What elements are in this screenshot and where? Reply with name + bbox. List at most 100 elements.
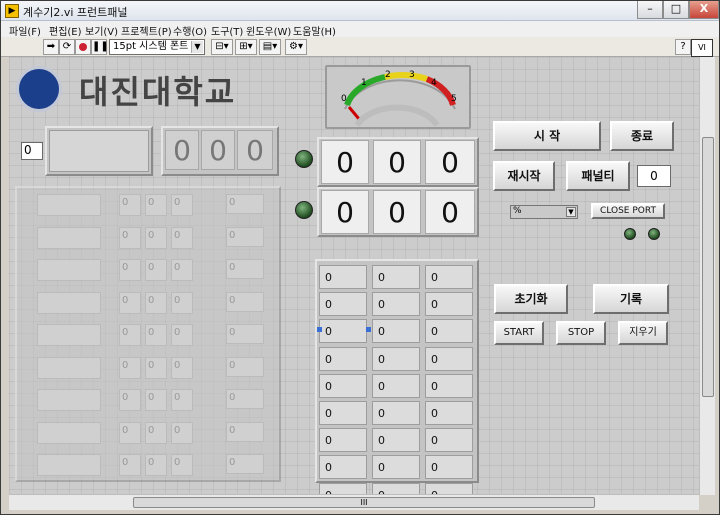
value-ring[interactable]: % ▼ bbox=[510, 205, 578, 219]
ghost-digit-cell: 0 bbox=[145, 291, 167, 314]
table-cell[interactable]: 0 bbox=[319, 455, 367, 480]
table-cell[interactable]: 0 bbox=[372, 319, 420, 344]
run-continuous-icon[interactable]: ⟳ bbox=[59, 39, 75, 55]
ghost-digit-cell: 0 bbox=[119, 421, 141, 444]
menu-project[interactable]: 프로젝트(P) bbox=[121, 23, 172, 38]
table-cell[interactable]: 0 bbox=[319, 373, 367, 398]
ghost-name-cell bbox=[37, 356, 101, 379]
table-cell[interactable]: 0 bbox=[372, 373, 420, 398]
stop-button[interactable]: STOP bbox=[556, 321, 606, 345]
menu-tools[interactable]: 도구(T) bbox=[211, 23, 243, 38]
close-button[interactable]: X bbox=[689, 1, 719, 19]
ghost-digit-cell: 0 bbox=[119, 226, 141, 249]
table-cell[interactable]: 0 bbox=[372, 265, 420, 289]
ghost-digit-cell: 0 bbox=[171, 324, 193, 346]
ghost-digit-cell: 0 bbox=[145, 389, 167, 411]
font-select-value: 15pt 시스템 폰트 bbox=[113, 41, 189, 52]
table-cell[interactable]: 0 bbox=[425, 265, 473, 289]
menu-file[interactable]: 파일(F) bbox=[9, 23, 41, 38]
init-button[interactable]: 초기화 bbox=[494, 284, 568, 314]
maximize-button[interactable]: □ bbox=[663, 1, 689, 19]
start-button[interactable]: 시 작 bbox=[493, 121, 601, 151]
penalty-button[interactable]: 패널티 bbox=[566, 161, 630, 191]
table-cell[interactable]: 0 bbox=[425, 346, 473, 371]
table-cell[interactable]: 0 bbox=[425, 319, 473, 344]
table-cell[interactable]: 0 bbox=[372, 455, 420, 480]
counter-1-digit: 0 bbox=[425, 140, 475, 184]
start-en-button[interactable]: START bbox=[494, 321, 544, 345]
penalty-count[interactable]: 0 bbox=[637, 165, 671, 187]
index-spinner[interactable]: 0 bbox=[21, 142, 43, 160]
counter-1-digit: 0 bbox=[373, 140, 421, 184]
ghost-digit-cell: 0 bbox=[171, 454, 193, 476]
ghost-value-cell: 0 bbox=[226, 291, 264, 312]
selection-handle[interactable] bbox=[366, 327, 371, 332]
align-objects-icon[interactable]: ⊟▾ bbox=[211, 39, 233, 55]
gauge-face: 0 1 2 3 4 5 bbox=[341, 70, 457, 127]
table-cell[interactable]: 0 bbox=[425, 401, 473, 425]
font-select[interactable]: 15pt 시스템 폰트 ▼ bbox=[109, 39, 205, 55]
record-button[interactable]: 기록 bbox=[593, 284, 669, 314]
table-cell[interactable]: 0 bbox=[319, 292, 367, 317]
run-arrow-icon[interactable]: ➡ bbox=[43, 39, 59, 55]
menu-edit[interactable]: 편집(E) bbox=[49, 23, 82, 38]
ghost-digit-cell: 0 bbox=[119, 454, 141, 476]
labview-vi-icon: ▶ bbox=[5, 4, 19, 18]
table-cell[interactable]: 0 bbox=[319, 265, 367, 289]
ghost-name-cell bbox=[37, 421, 101, 444]
ghost-digit-cell: 0 bbox=[171, 356, 193, 379]
gauge-tick-label: 2 bbox=[385, 70, 391, 80]
vertical-scrollbar[interactable] bbox=[699, 57, 715, 495]
table-cell[interactable]: 0 bbox=[372, 346, 420, 371]
menu-help[interactable]: 도움말(H) bbox=[293, 23, 336, 38]
ghost-digit-cell: 0 bbox=[145, 194, 167, 216]
table-cell[interactable]: 0 bbox=[372, 428, 420, 453]
abort-icon[interactable] bbox=[75, 39, 91, 55]
labview-window: ▶ 계수기2.vi 프런트패널 – □ X 파일(F) 편집(E) 보기(V) … bbox=[0, 0, 720, 515]
ghost-digit-cell: 0 bbox=[171, 389, 193, 411]
ghost-value-cell: 0 bbox=[226, 259, 264, 279]
menu-operate[interactable]: 수행(O) bbox=[173, 23, 207, 38]
ghost-digit-cell: 0 bbox=[119, 259, 141, 281]
pause-icon[interactable]: ❚❚ bbox=[91, 39, 109, 55]
distribute-objects-icon[interactable]: ⊞▾ bbox=[235, 39, 257, 55]
horizontal-scrollbar[interactable]: III bbox=[9, 494, 699, 510]
status-led bbox=[648, 228, 660, 240]
restart-button[interactable]: 재시작 bbox=[493, 161, 555, 191]
ghost-digit-cell: 0 bbox=[145, 454, 167, 476]
ghost-value-cell: 0 bbox=[226, 421, 264, 442]
table-cell[interactable]: 0 bbox=[319, 428, 367, 453]
table-cell[interactable]: 0 bbox=[425, 455, 473, 480]
counter-2-digit: 0 bbox=[425, 190, 475, 234]
horizontal-scroll-thumb[interactable]: III bbox=[133, 497, 595, 508]
table-cell[interactable]: 0 bbox=[372, 292, 420, 317]
selection-handle[interactable] bbox=[317, 327, 322, 332]
table-cell[interactable]: 0 bbox=[425, 373, 473, 398]
table-cell[interactable]: 0 bbox=[425, 292, 473, 317]
ghost-name-cell bbox=[37, 324, 101, 346]
menu-view[interactable]: 보기(V) bbox=[85, 23, 118, 38]
resize-objects-icon[interactable]: ▤▾ bbox=[259, 39, 281, 55]
clear-button[interactable]: 지우기 bbox=[618, 321, 668, 345]
minimize-button[interactable]: – bbox=[637, 1, 663, 19]
table-cell[interactable]: 0 bbox=[425, 428, 473, 453]
table-cell[interactable]: 0 bbox=[319, 401, 367, 425]
ghost-digit-cell: 0 bbox=[171, 194, 193, 216]
left-digit: 0 bbox=[237, 130, 273, 170]
table-cell[interactable]: 0 bbox=[319, 346, 367, 371]
ghost-digit-cell: 0 bbox=[119, 324, 141, 346]
end-button[interactable]: 종료 bbox=[610, 121, 674, 151]
vertical-scroll-thumb[interactable] bbox=[702, 137, 714, 397]
menu-window[interactable]: 윈도우(W) bbox=[246, 23, 291, 38]
meter-gauge[interactable]: 0 1 2 3 4 5 bbox=[325, 65, 471, 129]
table-cell[interactable]: 0 bbox=[319, 319, 367, 344]
counter-2-digit: 0 bbox=[321, 190, 369, 234]
help-icon[interactable]: ? bbox=[675, 39, 691, 55]
table-cell[interactable]: 0 bbox=[372, 401, 420, 425]
reorder-icon[interactable]: ⚙▾ bbox=[285, 39, 307, 55]
counter-2-digit: 0 bbox=[373, 190, 421, 234]
ghost-name-cell bbox=[37, 226, 101, 249]
ghost-digit-cell: 0 bbox=[145, 259, 167, 281]
close-port-button[interactable]: CLOSE PORT bbox=[591, 203, 665, 219]
ghost-name-cell bbox=[37, 259, 101, 281]
